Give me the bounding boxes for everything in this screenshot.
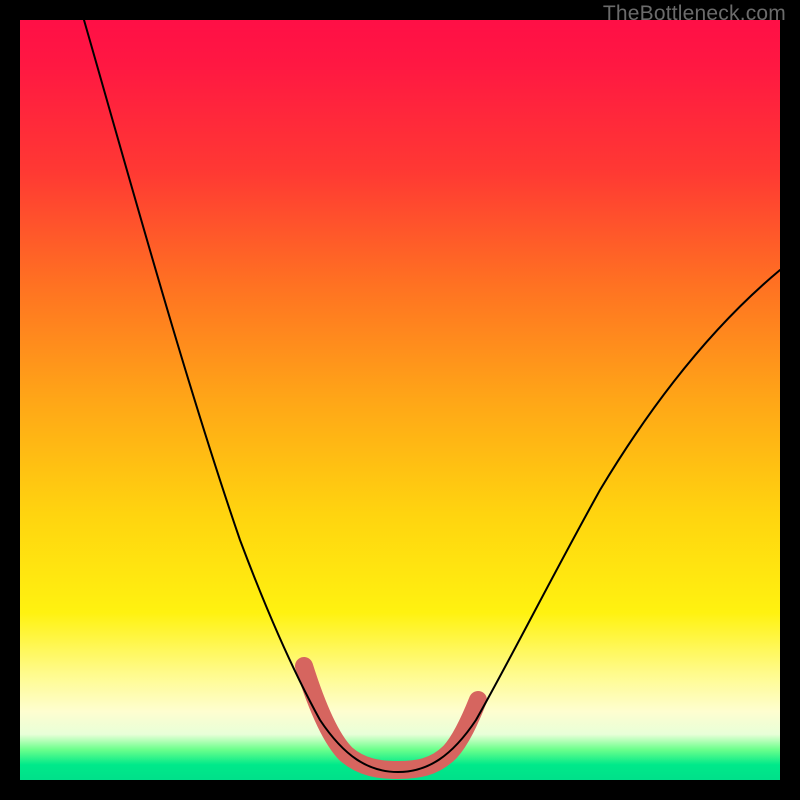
optimal-range-highlight	[304, 666, 478, 770]
chart-svg	[20, 20, 780, 780]
bottleneck-curve-left	[84, 20, 398, 772]
watermark-text: TheBottleneck.com	[603, 2, 786, 26]
chart-frame: TheBottleneck.com	[0, 0, 800, 800]
plot-area	[20, 20, 780, 780]
bottleneck-curve-right	[398, 270, 780, 772]
